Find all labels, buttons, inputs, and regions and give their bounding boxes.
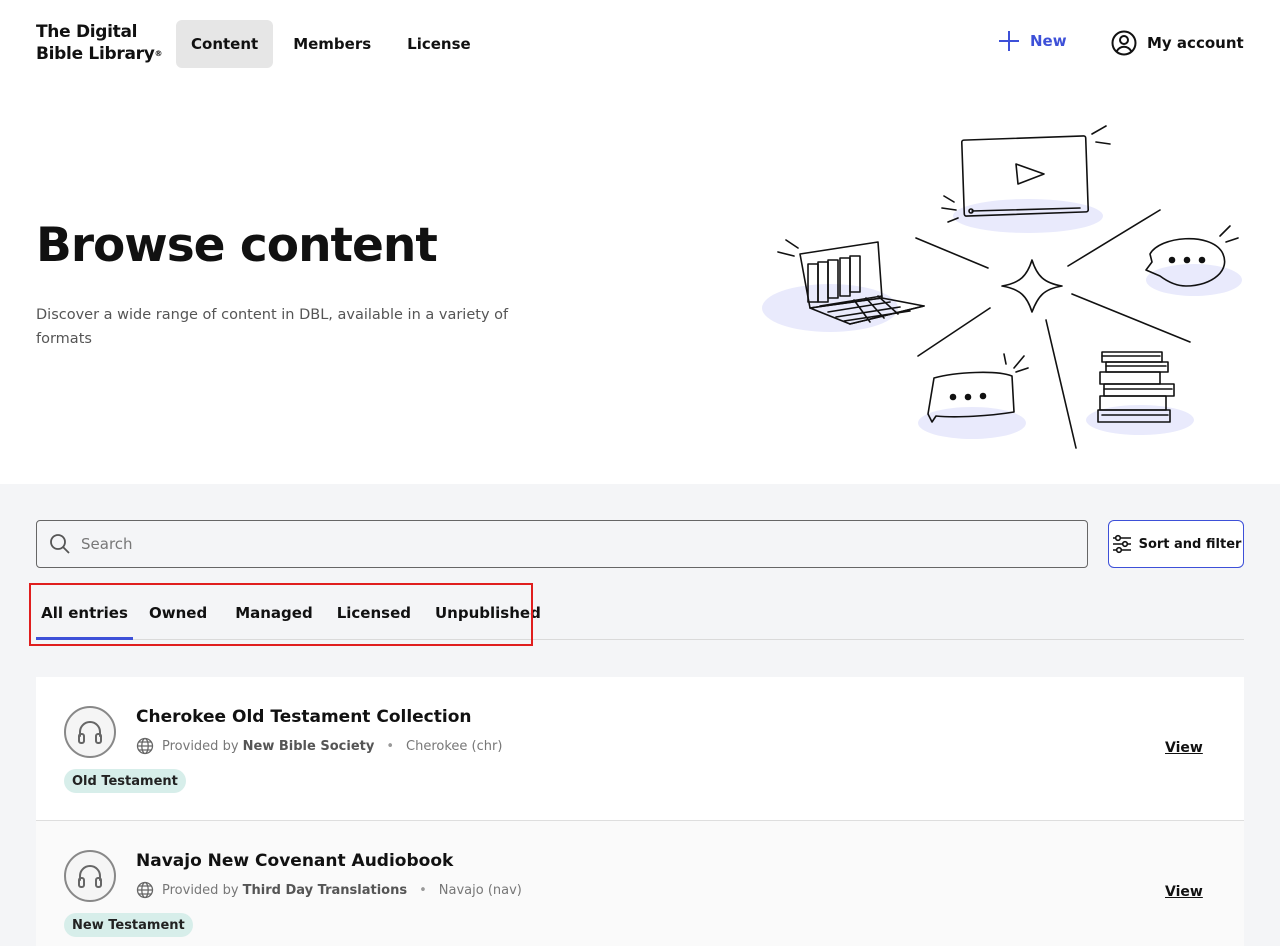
main-nav: Content Members License (176, 20, 488, 68)
user-circle-icon (1111, 30, 1137, 56)
entry-badge: Old Testament (64, 769, 186, 793)
dbl-logo[interactable]: The Digital Bible Library® (36, 21, 162, 65)
nav-members[interactable]: Members (278, 20, 386, 68)
sliders-icon (1112, 534, 1131, 554)
tabs-highlight-box (29, 583, 533, 646)
view-link[interactable]: View (1165, 884, 1203, 900)
my-account-button[interactable]: My account (1111, 30, 1244, 56)
entry-title[interactable]: Navajo New Covenant Audiobook (136, 851, 453, 871)
logo-line1: The Digital (36, 22, 138, 42)
entry-card: Cherokee Old Testament Collection Provid… (36, 677, 1244, 821)
provider-name: New Bible Society (242, 738, 375, 754)
nav-content[interactable]: Content (176, 20, 274, 68)
entry-meta: Provided by New Bible Society • Cherokee… (136, 737, 502, 755)
nav-license[interactable]: License (392, 20, 486, 68)
plus-icon (999, 31, 1019, 51)
headphones-icon (64, 706, 116, 758)
provided-by-prefix: Provided by (162, 882, 239, 898)
sort-filter-button[interactable]: Sort and filter (1108, 520, 1244, 568)
new-label: New (1030, 32, 1067, 50)
separator-dot: • (419, 882, 427, 898)
new-button[interactable]: New (998, 30, 1067, 52)
entry-title[interactable]: Cherokee Old Testament Collection (136, 707, 472, 727)
entry-language: Navajo (nav) (438, 882, 522, 898)
globe-icon (136, 737, 154, 755)
search-bar[interactable] (36, 520, 1088, 568)
provider-name: Third Day Translations (242, 882, 408, 898)
entry-card: Navajo New Covenant Audiobook Provided b… (36, 821, 1244, 946)
page-title: Browse content (36, 218, 438, 273)
entry-badge: New Testament (64, 913, 193, 937)
logo-line2: Bible Library (36, 44, 155, 64)
content-section: Sort and filter All entries Owned Manage… (0, 484, 1280, 946)
globe-icon (136, 881, 154, 899)
top-header: The Digital Bible Library® Content Membe… (0, 0, 1280, 88)
separator-dot: • (386, 738, 394, 754)
search-icon (50, 534, 70, 554)
registered-mark: ® (154, 49, 163, 58)
search-input[interactable] (81, 535, 981, 553)
entry-language: Cherokee (chr) (406, 738, 503, 754)
entry-meta: Provided by Third Day Translations • Nav… (136, 881, 522, 899)
hero-illustration (762, 125, 1242, 449)
page-description: Discover a wide range of content in DBL,… (36, 307, 509, 347)
provided-by-prefix: Provided by (162, 738, 239, 754)
account-label: My account (1147, 34, 1244, 52)
headphones-icon (64, 850, 116, 902)
sort-filter-label: Sort and filter (1138, 536, 1242, 552)
view-link[interactable]: View (1165, 740, 1203, 756)
